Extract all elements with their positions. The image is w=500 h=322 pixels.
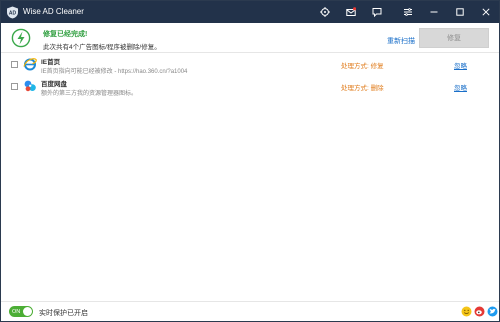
item-description: IE首页指向可能已经被修改 - https://hao.360.cn/?a100… — [41, 69, 188, 75]
target-button[interactable] — [318, 5, 332, 19]
item-checkbox[interactable] — [11, 61, 18, 68]
baidu-netdisk-icon — [24, 80, 36, 92]
item-method: 处理方式: 修复 — [341, 63, 384, 70]
item-checkbox[interactable] — [11, 83, 18, 90]
title-bar: AD Wise AD Cleaner — [1, 1, 499, 23]
wise-ad-cleaner-logo-icon: AD — [7, 6, 18, 19]
mail-button[interactable] — [344, 5, 358, 19]
close-button[interactable] — [479, 5, 493, 19]
maximize-button[interactable] — [453, 5, 467, 19]
chat-icon — [372, 8, 382, 17]
ignore-link[interactable]: 忽略 — [454, 60, 467, 70]
toggle-knob — [23, 307, 32, 316]
item-method: 处理方式: 删除 — [341, 85, 384, 92]
list-item: 百度网盘 额外的第三方我的资源管理器图标。 处理方式: 删除 忽略 — [1, 76, 499, 98]
list-item: IE首页 IE首页指向可能已经被修改 - https://hao.360.cn/… — [1, 54, 499, 76]
status-title: 修复已经完成! — [43, 31, 88, 38]
smiley-icon[interactable] — [461, 306, 472, 317]
repair-button[interactable]: 修复 — [419, 28, 489, 48]
crosshair-icon — [320, 7, 330, 17]
minimize-icon — [430, 11, 438, 13]
maximize-icon — [456, 8, 464, 16]
weibo-icon[interactable] — [474, 306, 485, 317]
app-window: AD Wise AD Cleaner 修复已经完成! 此次共有4个广告图标/程序… — [0, 0, 500, 322]
mail-icon — [346, 7, 356, 16]
result-list: IE首页 IE首页指向可能已经被修改 - https://hao.360.cn/… — [1, 54, 499, 98]
result-header: 修复已经完成! 此次共有4个广告图标/程序被删除/修复。 重新扫描 修复 — [1, 23, 499, 53]
feedback-button[interactable] — [370, 5, 384, 19]
protection-status-text: 实时保护已开启 — [39, 310, 88, 317]
toggle-label: ON — [12, 308, 21, 315]
item-name: IE首页 — [41, 59, 61, 66]
realtime-protection-toggle[interactable]: ON — [9, 306, 33, 317]
ignore-link[interactable]: 忽略 — [454, 82, 467, 92]
close-icon — [482, 8, 490, 16]
item-description: 额外的第三方我的资源管理器图标。 — [41, 91, 138, 97]
ie-icon — [23, 58, 37, 71]
window-title: Wise AD Cleaner — [23, 7, 84, 16]
item-name: 百度网盘 — [41, 81, 67, 88]
settings-button[interactable] — [401, 5, 415, 19]
status-summary: 此次共有4个广告图标/程序被删除/修复。 — [43, 44, 161, 51]
rescan-link[interactable]: 重新扫描 — [387, 36, 415, 46]
success-check-icon — [11, 28, 31, 48]
settings-menu-icon — [404, 8, 412, 16]
twitter-icon[interactable] — [487, 306, 498, 317]
svg-text:AD: AD — [9, 11, 17, 17]
minimize-button[interactable] — [427, 5, 441, 19]
status-bar: ON 实时保护已开启 — [1, 301, 499, 321]
